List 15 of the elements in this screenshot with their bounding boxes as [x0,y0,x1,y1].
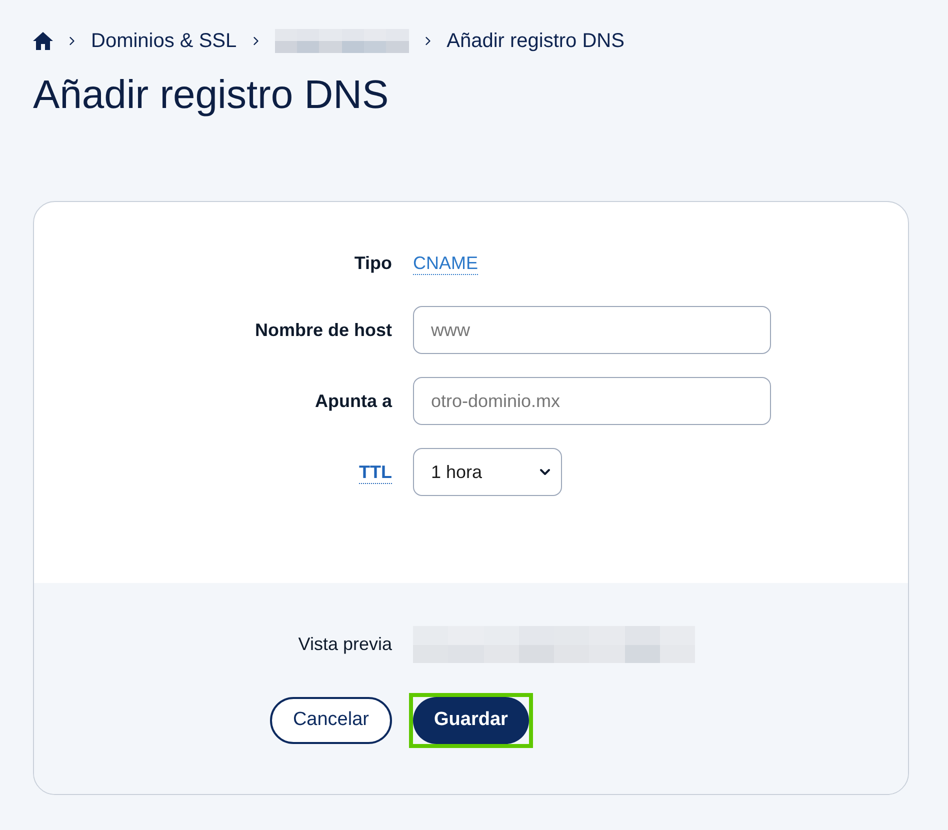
input-field[interactable]: otro-dominio.mx [413,377,771,425]
page-title: Añadir registro DNS [33,72,390,119]
field-label: Tipo [354,252,392,274]
field-label: Apunta a [314,390,392,412]
breadcrumb-link[interactable]: Dominios & SSL [91,26,237,56]
cancel-button[interactable]: Cancelar [270,696,392,744]
preview-label: Vista previa [298,633,392,656]
field-label: Nombre de host [254,319,392,341]
input-field[interactable]: www [413,306,771,354]
field-label[interactable]: TTL [359,460,392,484]
save-button[interactable]: Guardar [413,696,529,744]
record-type-value[interactable]: CNAME [413,252,478,274]
breadcrumb-current: Añadir registro DNS [446,29,624,54]
home-icon[interactable] [33,32,53,50]
ttl-select[interactable]: 1 hora [413,448,562,496]
